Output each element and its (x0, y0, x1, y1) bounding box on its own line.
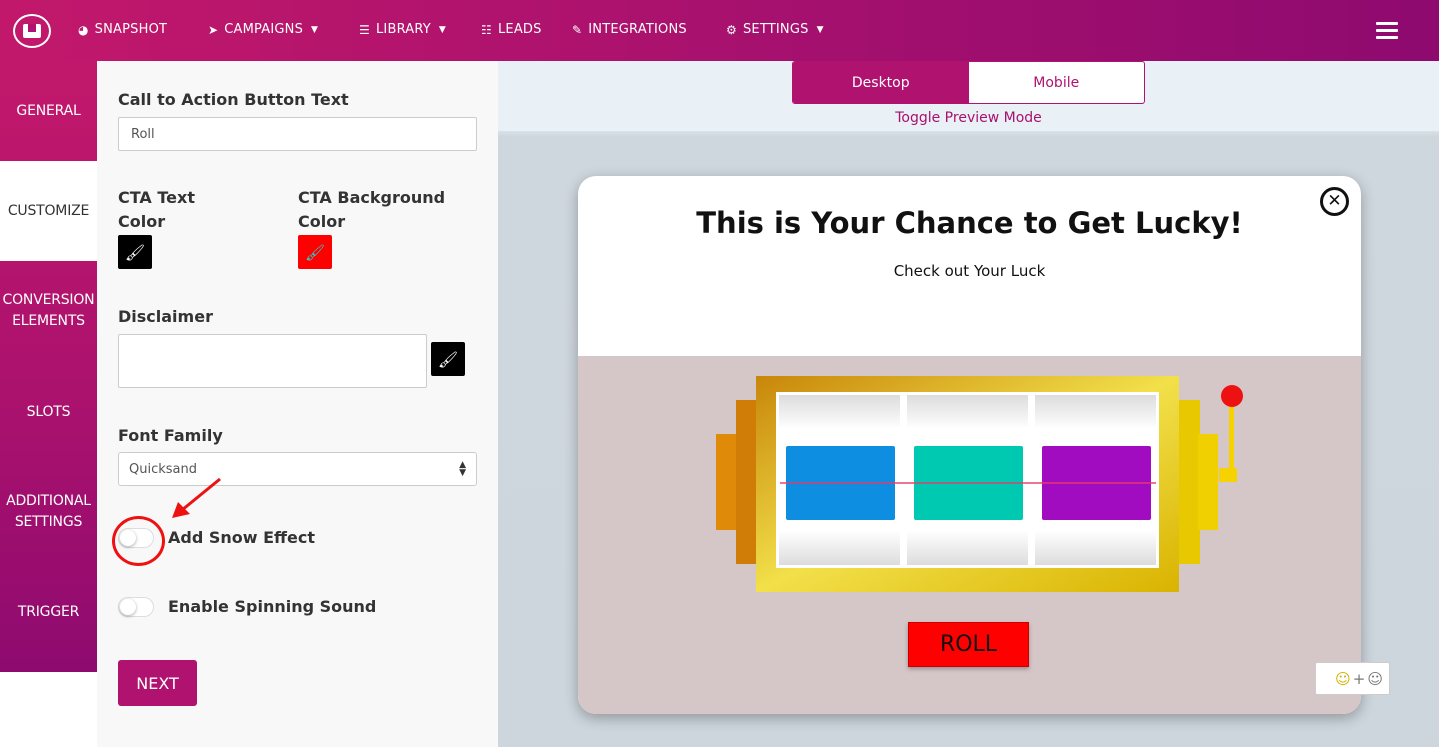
caret-down-icon: ▼ (311, 24, 319, 35)
roll-button[interactable]: ROLL (908, 622, 1029, 667)
nav-library[interactable]: ☰ LIBRARY ▼ (359, 22, 446, 37)
cta-text-color-label: CTA Text Color (118, 188, 195, 231)
nav-campaigns[interactable]: ➤ CAMPAIGNS ▼ (208, 22, 318, 37)
sidebar-item-trigger[interactable]: TRIGGER (0, 602, 97, 623)
sidebar: GENERAL CUSTOMIZE CONVERSION ELEMENTS SL… (0, 61, 97, 672)
emoji-feedback-widget[interactable]: ☺ + ☺ (1315, 662, 1390, 695)
preview-mode-toggle: Desktop Mobile (792, 61, 1145, 104)
spinning-sound-toggle[interactable] (118, 597, 154, 617)
slot-machine-illustration (716, 376, 1243, 592)
sidebar-item-slots[interactable]: SLOTS (0, 402, 97, 423)
annotation-circle (112, 516, 165, 566)
desktop-mode-button[interactable]: Desktop (793, 62, 969, 103)
disclaimer-textarea[interactable] (118, 334, 427, 388)
sidebar-item-label: GENERAL (16, 103, 81, 119)
caret-down-icon: ▼ (438, 24, 447, 35)
nav-settings[interactable]: ⚙ SETTINGS ▼ (726, 22, 824, 37)
popup-title: This is Your Chance to Get Lucky! (696, 206, 1243, 240)
sidebar-item-label: TRIGGER (17, 604, 80, 620)
preview-mode-caption: Toggle Preview Mode (895, 110, 1042, 126)
popup-subtitle: Check out Your Luck (893, 262, 1046, 280)
spinning-sound-label: Enable Spinning Sound (168, 597, 377, 616)
paintbrush-icon: 🖌 (437, 349, 459, 369)
nav-leads[interactable]: ☷ LEADS (481, 22, 542, 37)
emoji-icon: ☺ (1335, 669, 1351, 688)
cogs-icon: ⚙ (726, 22, 737, 37)
cta-text-label: Call to Action Button Text (118, 90, 349, 109)
sidebar-item-label: CONVERSION ELEMENTS (2, 292, 95, 329)
nav-settings-label: SETTINGS (742, 22, 809, 37)
disclaimer-label: Disclaimer (118, 307, 213, 326)
paper-plane-icon: ➤ (208, 22, 219, 37)
hamburger-menu-icon[interactable] (1376, 22, 1398, 40)
sidebar-item-label: CUSTOMIZE (7, 202, 90, 219)
server-icon: ☰ (359, 22, 370, 37)
list-icon: ☷ (481, 22, 492, 37)
sidebar-item-additional-settings[interactable]: ADDITIONAL SETTINGS (0, 491, 97, 533)
nav-snapshot-label: SNAPSHOT (94, 22, 168, 37)
snow-effect-label: Add Snow Effect (168, 528, 315, 547)
nav-integrations[interactable]: ✎ INTEGRATIONS (572, 22, 687, 37)
annotation-arrow-icon (172, 477, 221, 518)
add-icon: + (1352, 669, 1366, 688)
cta-background-color-label: CTA Background Color (298, 188, 446, 231)
disclaimer-color-picker[interactable]: 🖌 (431, 342, 465, 376)
smiley-icon: ☺ (1367, 669, 1383, 688)
plug-icon: ✎ (572, 22, 583, 37)
nav-integrations-label: INTEGRATIONS (588, 22, 687, 37)
caret-down-icon: ▼ (816, 24, 824, 35)
sidebar-item-customize[interactable]: CUSTOMIZE (0, 161, 97, 261)
nav-leads-label: LEADS (497, 22, 542, 37)
next-button[interactable]: NEXT (118, 660, 197, 706)
sidebar-item-conversion-elements[interactable]: CONVERSION ELEMENTS (0, 290, 97, 332)
sidebar-item-label: SLOTS (26, 404, 71, 420)
nav-library-label: LIBRARY (375, 22, 431, 37)
paintbrush-icon: 🖌 (124, 242, 146, 262)
top-navbar: ◕ SNAPSHOT ➤ CAMPAIGNS ▼ ☰ LIBRARY ▼ ☷ L… (0, 0, 1439, 61)
select-arrows-icon: ▲ ▼ (459, 460, 466, 478)
paintbrush-icon: 🖌 (304, 242, 326, 262)
dashboard-icon: ◕ (78, 22, 89, 37)
cta-background-color-picker[interactable]: 🖌 (298, 235, 332, 269)
nav-snapshot[interactable]: ◕ SNAPSHOT (78, 22, 167, 37)
cta-text-input[interactable]: Roll (118, 117, 477, 151)
sidebar-item-label: ADDITIONAL SETTINGS (6, 493, 91, 530)
font-family-label: Font Family (118, 426, 223, 445)
customize-panel (97, 61, 498, 747)
close-icon[interactable]: ✕ (1320, 187, 1349, 216)
app-logo[interactable] (13, 14, 51, 48)
nav-campaigns-label: CAMPAIGNS (224, 22, 304, 37)
sidebar-item-general[interactable]: GENERAL (0, 101, 97, 122)
cta-text-color-picker[interactable]: 🖌 (118, 235, 152, 269)
mobile-mode-button[interactable]: Mobile (969, 62, 1145, 103)
